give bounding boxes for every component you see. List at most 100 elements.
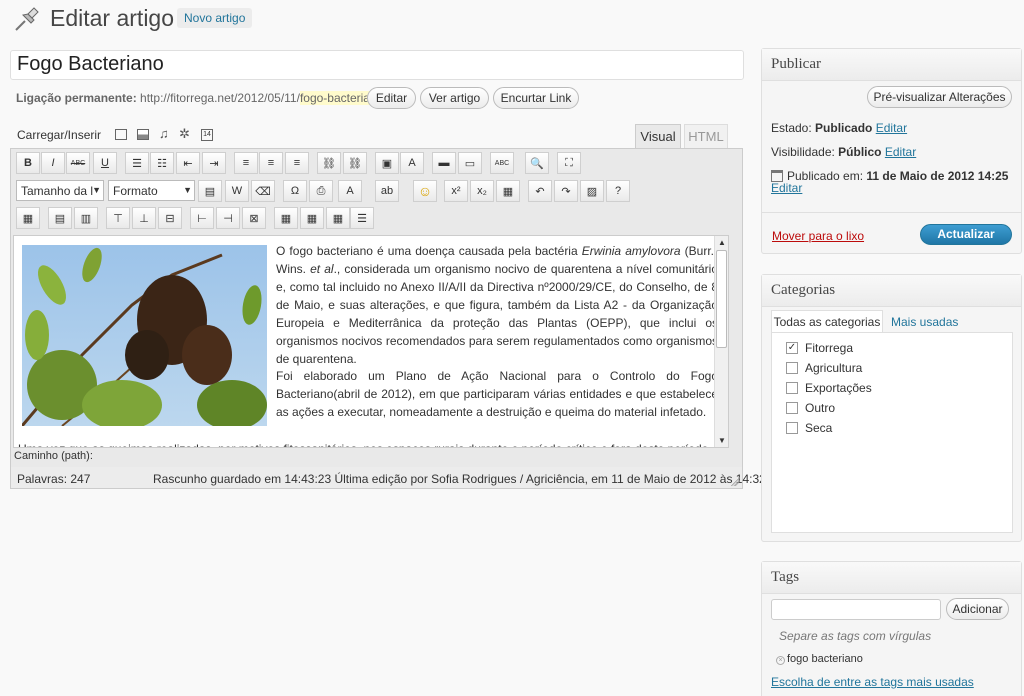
tab-all-categories[interactable]: Todas as categorias bbox=[771, 310, 883, 333]
tags-title: Tags bbox=[762, 562, 1021, 594]
advanced-button[interactable]: ▨ bbox=[580, 180, 604, 202]
undo-button[interactable]: ↶ bbox=[528, 180, 552, 202]
popular-tags-link[interactable]: Escolha de entre as tags mais usadas bbox=[771, 675, 974, 689]
category-checkbox[interactable] bbox=[786, 382, 798, 394]
view-post-button[interactable]: Ver artigo bbox=[420, 87, 489, 109]
post-image[interactable] bbox=[22, 245, 267, 426]
numbered-list-button[interactable]: ☷ bbox=[150, 152, 174, 174]
align-right-button[interactable]: ≡ bbox=[285, 152, 309, 174]
format-select[interactable]: Formato ▼ bbox=[108, 180, 195, 201]
indent-button[interactable]: ⇥ bbox=[202, 152, 226, 174]
outdent-button[interactable]: ⇤ bbox=[176, 152, 200, 174]
insert-row-after-button[interactable]: ⊥ bbox=[132, 207, 156, 229]
tab-most-used[interactable]: Mais usadas bbox=[891, 315, 958, 329]
add-video-icon[interactable] bbox=[137, 129, 149, 140]
unlink-button[interactable]: ⛓ bbox=[343, 152, 367, 174]
text-color-button[interactable]: A bbox=[338, 180, 362, 202]
split-cells-icon: ▦ bbox=[280, 212, 292, 225]
font-size-select[interactable]: Tamanho da l ▼ bbox=[16, 180, 104, 201]
strikethrough-button[interactable]: ABC bbox=[66, 152, 90, 174]
shortlink-button[interactable]: Encurtar Link bbox=[493, 87, 579, 109]
permalink-label: Ligação permanente: bbox=[16, 91, 137, 105]
split-cells-button[interactable]: ▦ bbox=[274, 207, 298, 229]
cell-props-icon: ▥ bbox=[80, 212, 92, 225]
help-button[interactable]: ? bbox=[606, 180, 630, 202]
help-icon: ? bbox=[614, 185, 622, 197]
underline-button[interactable]: U bbox=[93, 152, 117, 174]
paste-text-button[interactable]: ▤ bbox=[198, 180, 222, 202]
delete-table-icon: ▦ bbox=[332, 212, 344, 225]
visual-aid-button[interactable]: ☰ bbox=[350, 207, 374, 229]
paste-word-button[interactable]: W bbox=[225, 180, 249, 202]
clear-formatting-icon: ⌫ bbox=[255, 185, 271, 198]
styles-button[interactable]: A bbox=[400, 152, 424, 174]
new-post-button[interactable]: Novo artigo bbox=[177, 8, 253, 28]
add-image-icon[interactable] bbox=[115, 129, 127, 140]
tag-input[interactable] bbox=[771, 599, 941, 620]
scroll-down-icon[interactable]: ▼ bbox=[718, 436, 726, 445]
page-break-button[interactable]: ▭ bbox=[458, 152, 482, 174]
special-char-button[interactable]: Ω bbox=[283, 180, 307, 202]
edit-permalink-button[interactable]: Editar bbox=[367, 87, 416, 109]
delete-col-button[interactable]: ⊠ bbox=[242, 207, 266, 229]
insert-link-button[interactable]: ⛓ bbox=[317, 152, 341, 174]
emoticon-button[interactable]: ☺ bbox=[413, 180, 437, 202]
resize-handle-icon[interactable] bbox=[731, 477, 740, 486]
cell-props-button[interactable]: ▥ bbox=[74, 207, 98, 229]
delete-row-button[interactable]: ⊟ bbox=[158, 207, 182, 229]
subscript-button[interactable]: x₂ bbox=[470, 180, 494, 202]
tab-html[interactable]: HTML bbox=[684, 124, 728, 148]
paste-word-icon: W bbox=[231, 185, 243, 197]
background-color-button[interactable]: ab bbox=[375, 180, 399, 202]
tags-hint: Separe as tags com vírgulas bbox=[779, 629, 932, 643]
editor-scrollbar[interactable]: ▲ ▼ bbox=[714, 236, 728, 447]
find-button[interactable]: 🔍 bbox=[525, 152, 549, 174]
insert-row-before-button[interactable]: ⊤ bbox=[106, 207, 130, 229]
align-left-button[interactable]: ≡ bbox=[234, 152, 258, 174]
insert-col-after-button[interactable]: ⊣ bbox=[216, 207, 240, 229]
add-calendar-icon[interactable]: 14 bbox=[201, 129, 213, 141]
preview-changes-button[interactable]: Pré-visualizar Alterações bbox=[867, 86, 1012, 108]
clear-formatting-button[interactable]: ⌫ bbox=[251, 180, 275, 202]
visibility-edit-link[interactable]: Editar bbox=[885, 145, 916, 159]
category-checkbox[interactable]: ✓ bbox=[786, 342, 798, 354]
scroll-thumb[interactable] bbox=[716, 250, 727, 348]
delete-table-button[interactable]: ▦ bbox=[326, 207, 350, 229]
category-checkbox[interactable] bbox=[786, 402, 798, 414]
fullscreen-button[interactable]: ⛶ bbox=[557, 152, 581, 174]
add-tag-button[interactable]: Adicionar bbox=[946, 598, 1009, 620]
post-title-input[interactable]: Fogo Bacteriano bbox=[10, 50, 744, 80]
insert-image-button[interactable]: ▣ bbox=[375, 152, 399, 174]
move-to-trash-link[interactable]: Mover para o lixo bbox=[772, 229, 864, 243]
update-button[interactable]: Actualizar bbox=[920, 224, 1012, 245]
insert-col-before-button[interactable]: ⊢ bbox=[190, 207, 214, 229]
bullet-list-button[interactable]: ☰ bbox=[125, 152, 149, 174]
media-button[interactable]: ▦ bbox=[496, 180, 520, 202]
table-button[interactable]: ▦ bbox=[16, 207, 40, 229]
add-audio-icon[interactable]: ♫ bbox=[159, 126, 169, 141]
spellcheck-button[interactable]: ABC bbox=[490, 152, 514, 174]
subscript-icon: x₂ bbox=[477, 185, 487, 197]
tab-visual[interactable]: Visual bbox=[635, 124, 681, 148]
add-media-icon[interactable]: ✲ bbox=[179, 126, 190, 142]
category-checkbox[interactable] bbox=[786, 362, 798, 374]
merge-cells-button[interactable]: ▦ bbox=[300, 207, 324, 229]
horizontal-rule-button[interactable]: ▬ bbox=[432, 152, 456, 174]
underline-icon: U bbox=[101, 157, 109, 169]
status-edit-link[interactable]: Editar bbox=[876, 121, 907, 135]
remove-tag-icon[interactable]: × bbox=[776, 656, 785, 665]
special-char-icon: Ω bbox=[290, 185, 300, 197]
superscript-button[interactable]: x² bbox=[444, 180, 468, 202]
print-button[interactable]: ⎙ bbox=[309, 180, 333, 202]
published-edit-link[interactable]: Editar bbox=[771, 181, 802, 195]
editor-content[interactable]: O fogo bacteriano é uma doença causada p… bbox=[13, 235, 729, 448]
scroll-up-icon[interactable]: ▲ bbox=[718, 238, 726, 247]
bold-button[interactable]: B bbox=[16, 152, 40, 174]
category-checkbox[interactable] bbox=[786, 422, 798, 434]
italic-button[interactable]: I bbox=[41, 152, 65, 174]
align-center-button[interactable]: ≡ bbox=[259, 152, 283, 174]
strikethrough-icon: ABC bbox=[70, 159, 86, 167]
row-props-button[interactable]: ▤ bbox=[48, 207, 72, 229]
redo-button[interactable]: ↷ bbox=[554, 180, 578, 202]
align-left-icon: ≡ bbox=[242, 157, 250, 169]
